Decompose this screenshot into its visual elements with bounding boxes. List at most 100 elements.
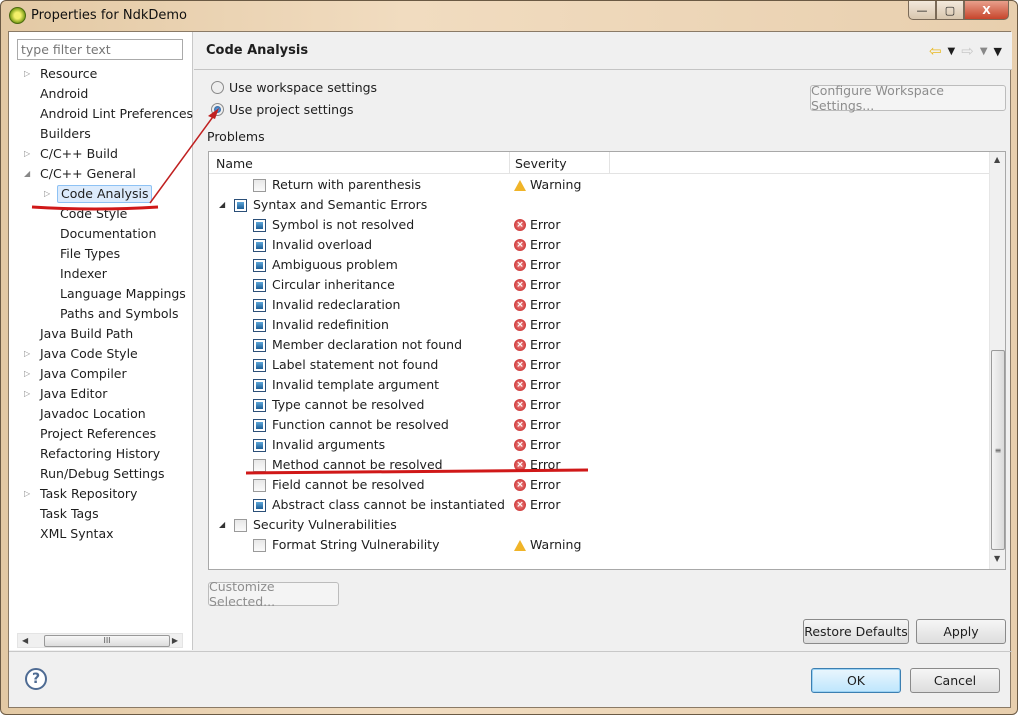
sidebar-item[interactable]: Code Style	[9, 204, 193, 224]
severity-cell[interactable]: × Error	[514, 495, 560, 515]
sidebar-item[interactable]: ▷ Resource	[9, 64, 193, 84]
sidebar-item[interactable]: ▷ Code Analysis	[9, 184, 193, 204]
table-row[interactable]: Invalid template argument × Error	[209, 375, 990, 395]
table-row[interactable]: Invalid overload × Error	[209, 235, 990, 255]
column-name[interactable]: Name	[216, 156, 253, 171]
table-row[interactable]: Format String Vulnerability Warning	[209, 535, 990, 555]
sidebar-item[interactable]: ▷ Java Editor	[9, 384, 193, 404]
severity-cell[interactable]: × Error	[514, 475, 560, 495]
expanded-triangle-icon[interactable]: ◢	[24, 164, 34, 184]
horizontal-scrollbar[interactable]: ◀ III ▶	[17, 633, 183, 648]
sidebar-item[interactable]: Project References	[9, 424, 193, 444]
forward-arrow-icon[interactable]: ⇨	[961, 42, 974, 60]
close-button[interactable]: X	[964, 1, 1009, 20]
use-project-radio[interactable]: Use project settings	[211, 102, 354, 117]
sidebar-item[interactable]: Indexer	[9, 264, 193, 284]
problem-checkbox[interactable]	[253, 299, 266, 312]
table-row[interactable]: ◢ Security Vulnerabilities	[209, 515, 990, 535]
scroll-right-icon[interactable]: ▶	[172, 636, 178, 645]
severity-cell[interactable]: Warning	[514, 535, 581, 555]
ok-button[interactable]: OK	[811, 668, 901, 693]
severity-cell[interactable]: × Error	[514, 215, 560, 235]
table-row[interactable]: Symbol is not resolved × Error	[209, 215, 990, 235]
filter-input[interactable]	[17, 39, 183, 60]
scroll-down-icon[interactable]: ▼	[994, 554, 1000, 563]
problem-checkbox[interactable]	[253, 419, 266, 432]
table-row[interactable]: Type cannot be resolved × Error	[209, 395, 990, 415]
problem-checkbox[interactable]	[253, 259, 266, 272]
problem-checkbox[interactable]	[253, 239, 266, 252]
back-menu-icon[interactable]: ▼	[948, 46, 956, 57]
sidebar-item[interactable]: Javadoc Location	[9, 404, 193, 424]
maximize-button[interactable]: ▢	[936, 1, 964, 20]
problem-checkbox[interactable]	[253, 399, 266, 412]
scroll-up-icon[interactable]: ▲	[994, 155, 1000, 164]
severity-cell[interactable]: × Error	[514, 355, 560, 375]
sidebar-item[interactable]: ▷ Task Repository	[9, 484, 193, 504]
table-row[interactable]: Return with parenthesis Warning	[209, 175, 990, 195]
severity-cell[interactable]: × Error	[514, 315, 560, 335]
minimize-button[interactable]: —	[908, 1, 936, 20]
cancel-button[interactable]: Cancel	[910, 668, 1000, 693]
column-severity[interactable]: Severity	[515, 156, 567, 171]
sidebar-item[interactable]: Android	[9, 84, 193, 104]
severity-cell[interactable]: × Error	[514, 455, 560, 475]
collapsed-triangle-icon[interactable]: ▷	[24, 344, 34, 364]
sidebar-item[interactable]: Refactoring History	[9, 444, 193, 464]
table-row[interactable]: Label statement not found × Error	[209, 355, 990, 375]
customize-selected-button[interactable]: Customize Selected...	[208, 579, 339, 609]
restore-defaults-button[interactable]: Restore Defaults	[803, 619, 909, 644]
problem-checkbox[interactable]	[253, 479, 266, 492]
collapsed-triangle-icon[interactable]: ▷	[24, 364, 34, 384]
problem-checkbox[interactable]	[253, 539, 266, 552]
expanded-triangle-icon[interactable]: ◢	[219, 195, 225, 215]
sidebar-item[interactable]: Task Tags	[9, 504, 193, 524]
sidebar-item[interactable]: File Types	[9, 244, 193, 264]
help-icon[interactable]: ?	[25, 668, 47, 690]
table-row[interactable]: Method cannot be resolved × Error	[209, 455, 990, 475]
sidebar-item[interactable]: ▷ Java Compiler	[9, 364, 193, 384]
table-row[interactable]: Abstract class cannot be instantiated × Er…	[209, 495, 990, 515]
severity-cell[interactable]: × Error	[514, 395, 560, 415]
problem-checkbox[interactable]	[253, 499, 266, 512]
severity-cell[interactable]: × Error	[514, 275, 560, 295]
column-divider[interactable]	[609, 152, 610, 174]
severity-cell[interactable]: × Error	[514, 335, 560, 355]
problem-checkbox[interactable]	[253, 279, 266, 292]
column-divider[interactable]	[509, 152, 510, 174]
sidebar-item[interactable]: Android Lint Preferences	[9, 104, 193, 124]
severity-cell[interactable]: × Error	[514, 295, 560, 315]
scroll-left-icon[interactable]: ◀	[22, 636, 28, 645]
problem-checkbox[interactable]	[253, 319, 266, 332]
severity-cell[interactable]: × Error	[514, 235, 560, 255]
scroll-thumb[interactable]: ≡	[991, 350, 1005, 550]
forward-menu-icon[interactable]: ▼	[980, 46, 988, 57]
severity-cell[interactable]: Warning	[514, 175, 581, 195]
apply-button[interactable]: Apply	[916, 619, 1006, 644]
severity-cell[interactable]: × Error	[514, 375, 560, 395]
table-row[interactable]: Field cannot be resolved × Error	[209, 475, 990, 495]
collapsed-triangle-icon[interactable]: ▷	[44, 184, 54, 204]
problem-checkbox[interactable]	[234, 519, 247, 532]
table-row[interactable]: Function cannot be resolved × Error	[209, 415, 990, 435]
collapsed-triangle-icon[interactable]: ▷	[24, 384, 34, 404]
vertical-scrollbar[interactable]: ▲ ≡ ▼	[989, 152, 1005, 569]
severity-cell[interactable]: × Error	[514, 255, 560, 275]
use-workspace-radio[interactable]: Use workspace settings	[211, 80, 377, 95]
collapsed-triangle-icon[interactable]: ▷	[24, 144, 34, 164]
sidebar-item[interactable]: Paths and Symbols	[9, 304, 193, 324]
table-row[interactable]: Invalid redefinition × Error	[209, 315, 990, 335]
collapsed-triangle-icon[interactable]: ▷	[24, 484, 34, 504]
radio-circle[interactable]	[211, 103, 224, 116]
sidebar-item[interactable]: Java Build Path	[9, 324, 193, 344]
table-row[interactable]: Invalid redeclaration × Error	[209, 295, 990, 315]
problem-checkbox[interactable]	[253, 339, 266, 352]
problem-checkbox[interactable]	[253, 439, 266, 452]
expanded-triangle-icon[interactable]: ◢	[219, 515, 225, 535]
sidebar-item[interactable]: Documentation	[9, 224, 193, 244]
configure-workspace-button[interactable]: Configure Workspace Settings...	[810, 83, 1006, 113]
sidebar-item[interactable]: Language Mappings	[9, 284, 193, 304]
sidebar-item[interactable]: ◢ C/C++ General	[9, 164, 193, 184]
severity-cell[interactable]: × Error	[514, 415, 560, 435]
table-row[interactable]: Circular inheritance × Error	[209, 275, 990, 295]
